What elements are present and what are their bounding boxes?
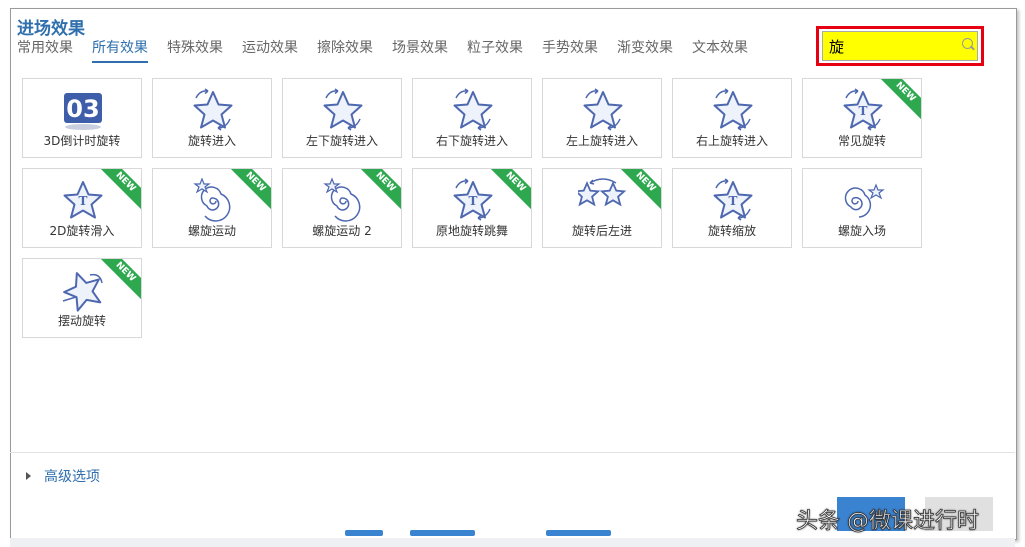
effect-tile-label: 右下旋转进入 [435,134,508,148]
effect-tile[interactable]: 螺旋入场 [802,168,922,248]
effect-tile-label: 螺旋入场 [837,224,886,238]
tab-all[interactable]: 所有效果 [92,37,148,63]
svg-text:T: T [79,194,88,208]
star-rotate-icon [318,85,368,133]
effect-tile[interactable]: 摆动旋转 NEW [22,258,142,338]
effect-tile-label: 旋转后左进 [571,224,632,238]
effect-tile-label: 左下旋转进入 [305,134,378,148]
effect-tile-label: 常见旋转 [837,134,886,148]
star-letter-rotate-icon: T [838,85,888,133]
star-rotate-icon [188,85,238,133]
svg-text:T: T [469,194,478,208]
star-rotate-icon [448,85,498,133]
tab-motion[interactable]: 运动效果 [242,37,298,63]
star-letter-rotate-icon: T [448,175,498,223]
effect-tile[interactable]: 右上旋转进入 [672,78,792,158]
countdown-03-icon: 03 [58,85,108,133]
effect-tile[interactable]: T 常见旋转 NEW [802,78,922,158]
divider [10,452,1015,453]
advanced-options-label: 高级选项 [44,469,100,485]
spiral-star-icon [838,175,888,223]
effect-tile-label: 旋转缩放 [707,224,756,238]
effect-tile-label: 3D倒计时旋转 [43,134,121,148]
advanced-options-toggle[interactable]: 高级选项 [26,466,100,486]
svg-text:T: T [729,194,738,208]
tab-particle[interactable]: 粒子效果 [467,37,523,63]
double-star-icon [573,175,628,223]
watermark: 头条 @微课进行时 [796,509,980,535]
effect-tile-label: 螺旋运动 2 [312,224,372,238]
effect-tile[interactable]: 左下旋转进入 [282,78,402,158]
search-icon[interactable] [962,38,973,49]
bottom-bar-segment [546,530,611,536]
spiral-icon [318,175,368,223]
tab-scene[interactable]: 场景效果 [392,37,448,63]
bottom-bar-segment [410,530,475,536]
effect-tile-label: 旋转进入 [187,134,236,148]
star-letter-icon: T [58,175,108,223]
effect-tile[interactable]: T 2D旋转滑入 NEW [22,168,142,248]
tab-text[interactable]: 文本效果 [692,37,748,63]
effect-tile-label: 右上旋转进入 [695,134,768,148]
effect-tile[interactable]: 旋转后左进 NEW [542,168,662,248]
bottom-strip [10,538,1015,547]
effect-grid: 03 3D倒计时旋转 旋转进入 左下旋转进入 右下旋转进入 左上旋转进入 右上旋转进入 T 常见… [22,78,922,338]
effect-tile[interactable]: 螺旋运动 NEW [152,168,272,248]
dialog-title: 进场效果 [17,19,85,39]
effect-tile-label: 2D旋转滑入 [49,224,115,238]
tab-wipe[interactable]: 擦除效果 [317,37,373,63]
tab-gradient[interactable]: 渐变效果 [617,37,673,63]
spiral-icon [188,175,238,223]
bottom-bar-segment [345,530,383,536]
tab-common[interactable]: 常用效果 [17,37,73,63]
tab-special[interactable]: 特殊效果 [167,37,223,63]
effect-category-tabs: 常用效果 所有效果 特殊效果 运动效果 擦除效果 场景效果 粒子效果 手势效果 … [17,37,767,63]
star-rotate-icon [708,85,758,133]
search-input[interactable] [822,31,978,61]
effect-tile[interactable]: T 旋转缩放 [672,168,792,248]
effect-tile[interactable]: 旋转进入 [152,78,272,158]
effect-tile[interactable]: 03 3D倒计时旋转 [22,78,142,158]
effect-tile[interactable]: 右下旋转进入 [412,78,532,158]
effect-tile-label: 左上旋转进入 [565,134,638,148]
star-letter-rotate-icon: T [708,175,758,223]
effect-tile-label: 摆动旋转 [57,314,106,328]
effect-tile-label: 螺旋运动 [187,224,236,238]
tab-gesture[interactable]: 手势效果 [542,37,598,63]
triangle-right-icon [26,472,31,480]
effect-tile-label: 原地旋转跳舞 [435,224,508,238]
tilted-star-icon [58,265,108,313]
effect-tile[interactable]: 左上旋转进入 [542,78,662,158]
star-rotate-icon [578,85,628,133]
svg-text:T: T [859,104,868,118]
effect-tile[interactable]: 螺旋运动 2 NEW [282,168,402,248]
effect-tile[interactable]: T 原地旋转跳舞 NEW [412,168,532,248]
svg-text:03: 03 [66,95,99,123]
